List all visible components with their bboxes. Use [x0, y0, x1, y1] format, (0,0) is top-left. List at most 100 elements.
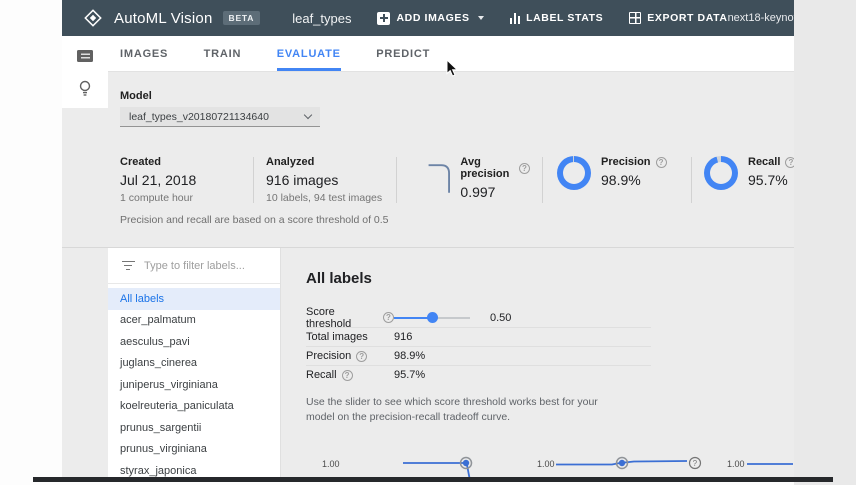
stat-created-value: Jul 21, 2018	[120, 172, 197, 188]
label-item[interactable]: prunus_sargentii	[108, 417, 280, 439]
tab-bar: IMAGES TRAIN EVALUATE PREDICT	[62, 36, 794, 72]
stat-recall-value: 95.7%	[748, 172, 788, 188]
table-grid-icon	[629, 12, 642, 24]
automl-diamond-logo-icon	[84, 9, 102, 27]
stat-avg-precision: Avg precision 0.997	[397, 156, 542, 200]
add-images-label: ADD IMAGES	[396, 12, 470, 24]
evaluate-content: Model leaf_types_v20180721134640 Created…	[62, 72, 794, 482]
label-item[interactable]: prunus_virginiana	[108, 439, 280, 461]
stat-precision-text: Precision	[601, 156, 651, 168]
recall-label: Recall	[306, 369, 394, 381]
stat-recall-text: Recall	[748, 156, 781, 168]
total-images-text: Total images	[306, 331, 368, 343]
top-app-bar: AutoML Vision BETA leaf_types ADD IMAGES…	[62, 0, 794, 36]
stat-precision-label: Precision	[601, 156, 667, 168]
recall-row: Recall 95.7%	[306, 365, 651, 384]
label-item[interactable]: aesculus_pavi	[108, 331, 280, 353]
stat-created-sub: 1 compute hour	[120, 192, 193, 204]
label-filter-input[interactable]	[144, 259, 264, 272]
precision-value: 98.9%	[394, 350, 426, 362]
label-item[interactable]: juniperus_virginiana	[108, 374, 280, 396]
model-summary-stats: Created Jul 21, 2018 1 compute hour Anal…	[120, 156, 794, 204]
recall-donut-chart	[704, 156, 738, 190]
tab-images[interactable]: IMAGES	[120, 36, 168, 71]
stat-analyzed-value: 916 images	[266, 172, 339, 188]
precision-donut-chart	[557, 156, 591, 190]
export-data-button[interactable]: EXPORT DATA	[629, 12, 727, 24]
help-icon[interactable]	[341, 369, 353, 381]
stat-avg-precision-text: Avg precision	[460, 156, 510, 180]
stat-recall-label: Recall	[748, 156, 794, 168]
model-version-select[interactable]: leaf_types_v20180721134640	[120, 107, 320, 127]
app-window: AutoML Vision BETA leaf_types ADD IMAGES…	[62, 0, 794, 482]
model-field-label: Model	[120, 90, 152, 102]
chevron-down-icon	[477, 16, 484, 20]
label-list: All labels acer_palmatum aesculus_pavi j…	[108, 284, 280, 482]
stat-created-label: Created	[120, 156, 161, 168]
total-images-label: Total images	[306, 331, 394, 343]
precision-row: Precision 98.9%	[306, 346, 651, 365]
dataset-name: leaf_types	[292, 10, 352, 26]
window-right-margin	[794, 0, 856, 485]
stat-recall: Recall 95.7%	[692, 156, 794, 190]
video-scrubber-bar[interactable]	[33, 477, 833, 482]
stat-analyzed-label: Analyzed	[266, 156, 315, 168]
filter-icon	[121, 260, 135, 271]
total-images-row: Total images 916	[306, 327, 651, 346]
recall-text: Recall	[306, 369, 337, 381]
beta-badge: BETA	[222, 11, 261, 25]
chart2-ytick: 1.00	[537, 459, 555, 469]
label-item[interactable]: juglans_cinerea	[108, 353, 280, 375]
label-item-all-labels[interactable]: All labels	[108, 288, 280, 310]
total-images-value: 916	[394, 331, 413, 343]
bar-chart-icon	[509, 12, 521, 24]
precision-recall-curve-icon	[428, 164, 451, 193]
model-version-value: leaf_types_v20180721134640	[129, 110, 269, 123]
help-icon[interactable]	[519, 162, 530, 174]
chevron-down-icon	[303, 110, 313, 120]
slider-hint-text: Use the slider to see which score thresh…	[306, 396, 598, 423]
chart3-ytick: 1.00	[727, 459, 745, 469]
labels-section: All labels acer_palmatum aesculus_pavi j…	[62, 247, 794, 482]
plus-icon	[377, 11, 391, 25]
product-title: AutoML Vision	[114, 9, 213, 27]
help-icon[interactable]	[356, 350, 368, 362]
label-item[interactable]: koelreuteria_paniculata	[108, 396, 280, 418]
label-stats-button[interactable]: LABEL STATS	[509, 12, 604, 24]
stat-precision-value: 98.9%	[601, 172, 641, 188]
recall-value: 95.7%	[394, 369, 426, 381]
export-data-label: EXPORT DATA	[647, 12, 728, 24]
label-stats-label: LABEL STATS	[526, 12, 604, 24]
help-icon[interactable]	[655, 156, 667, 168]
stat-avg-precision-label: Avg precision	[460, 156, 530, 180]
mouse-cursor	[446, 58, 459, 83]
stat-created: Created Jul 21, 2018 1 compute hour	[120, 156, 253, 204]
stat-analyzed: Analyzed 916 images 10 labels, 94 test i…	[254, 156, 396, 204]
help-icon[interactable]	[383, 312, 394, 323]
lightbulb-icon[interactable]	[79, 80, 91, 102]
chart2-help-glyph: ?	[693, 459, 698, 468]
score-threshold-row: Score threshold 0.50	[306, 306, 651, 330]
score-threshold-value: 0.50	[490, 311, 512, 324]
dataset-list-icon[interactable]	[77, 49, 93, 67]
chart1-ytick: 1.00	[322, 459, 340, 469]
tab-evaluate[interactable]: EVALUATE	[276, 36, 341, 71]
project-name: next18-keynote-demo	[727, 12, 794, 24]
label-item[interactable]: acer_palmatum	[108, 310, 280, 332]
slider-thumb[interactable]	[426, 312, 438, 323]
automl-vision-evaluate-page: AutoML Vision BETA leaf_types ADD IMAGES…	[0, 0, 856, 485]
score-threshold-slider[interactable]	[394, 312, 470, 324]
stat-precision: Precision 98.9%	[543, 156, 691, 190]
chart2-threshold-marker[interactable]	[618, 459, 626, 467]
score-threshold-label: Score threshold	[306, 306, 394, 330]
tab-predict[interactable]: PREDICT	[376, 36, 430, 71]
help-icon[interactable]	[785, 156, 794, 168]
label-list-panel: All labels acer_palmatum aesculus_pavi j…	[108, 248, 281, 482]
project-selector[interactable]: next18-keynote-demo	[728, 12, 794, 24]
score-threshold-text: Score threshold	[306, 305, 352, 330]
panel-title: All labels	[306, 270, 372, 287]
tab-train[interactable]: TRAIN	[204, 36, 242, 71]
add-images-button[interactable]: ADD IMAGES	[377, 11, 484, 25]
precision-text: Precision	[306, 350, 352, 362]
chart1-threshold-marker[interactable]	[462, 459, 470, 467]
